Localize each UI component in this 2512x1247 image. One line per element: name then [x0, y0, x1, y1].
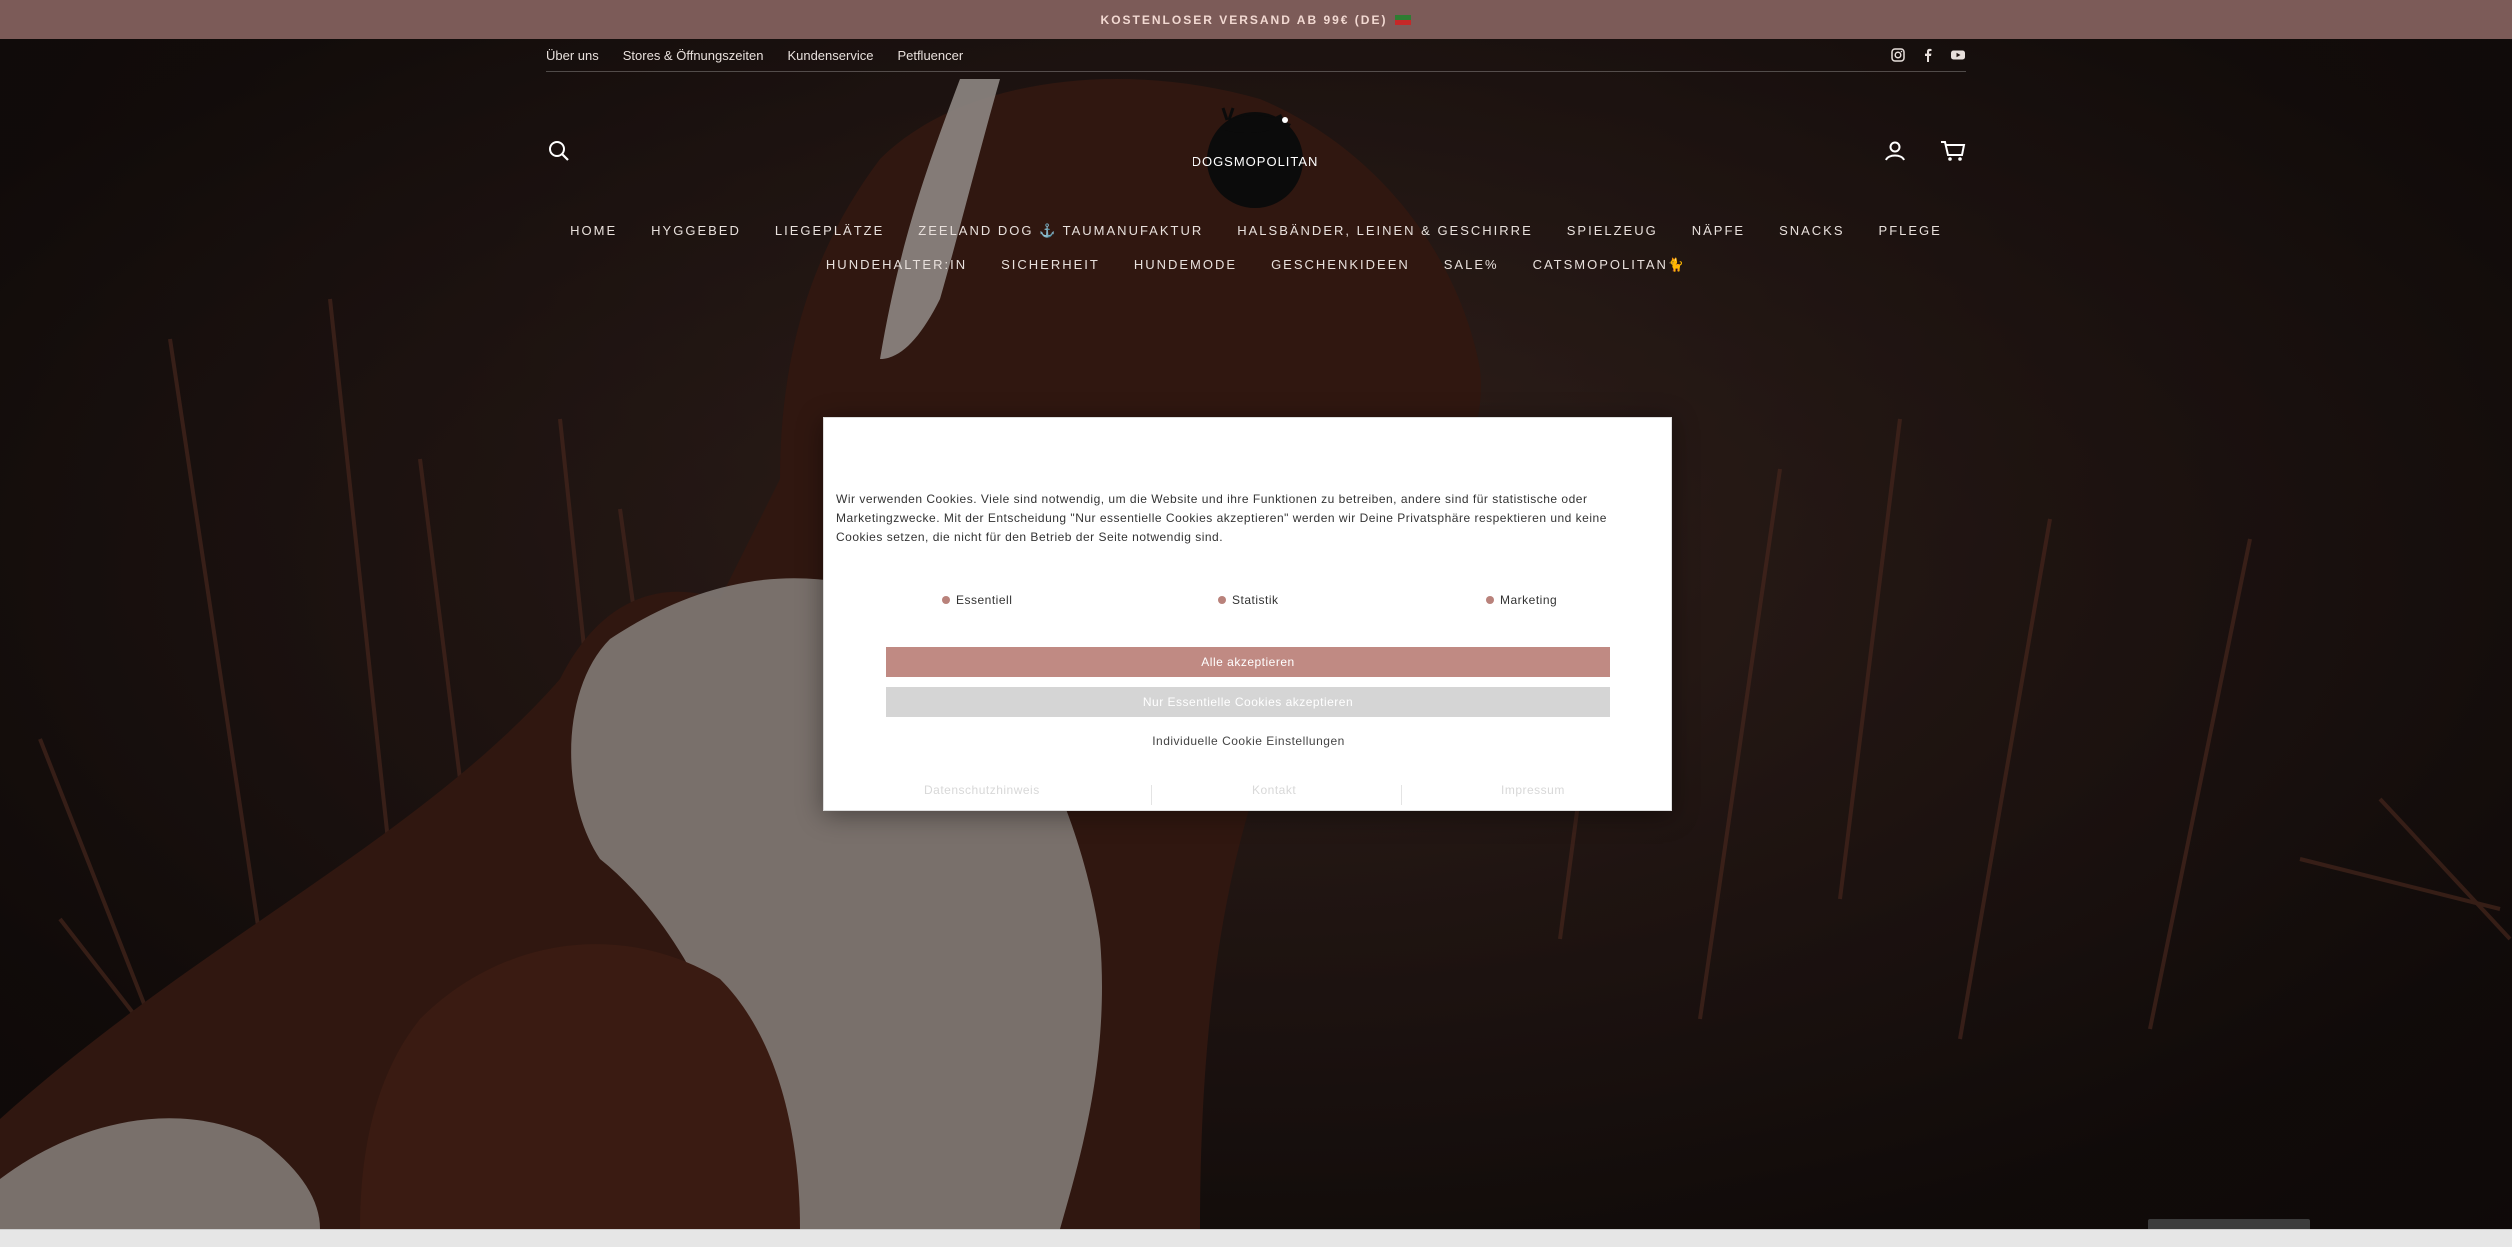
nav-snacks[interactable]: SNACKS — [1779, 223, 1844, 239]
individual-cookie-settings-link[interactable]: Individuelle Cookie Einstellungen — [824, 734, 1673, 748]
social-links — [1890, 47, 1966, 63]
footer-divider — [1401, 785, 1402, 805]
cookie-category-label: Statistik — [1232, 593, 1279, 607]
announcement-bar: KOSTENLOSER VERSAND AB 99€ (DE) — [0, 0, 2512, 39]
logo-text: DOGSMOPOLITAN — [1193, 154, 1317, 169]
nav-hyggebed[interactable]: HYGGEBED — [651, 223, 741, 239]
check-dot-icon — [1486, 596, 1494, 604]
nav-catsmopolitan[interactable]: CATSMOPOLITAN🐈 — [1533, 257, 1687, 273]
accept-all-button[interactable]: Alle akzeptieren — [886, 647, 1610, 677]
instagram-icon[interactable] — [1890, 47, 1906, 63]
utility-bar: Über uns Stores & Öffnungszeiten Kundens… — [546, 39, 1966, 72]
privacy-link[interactable]: Datenschutzhinweis — [924, 783, 1040, 797]
topbar-link-ueber-uns[interactable]: Über uns — [546, 48, 599, 63]
nav-hundemode[interactable]: HUNDEMODE — [1134, 257, 1237, 273]
horizontal-scrollbar[interactable] — [0, 1229, 2512, 1247]
cookie-category-label: Marketing — [1500, 593, 1558, 607]
check-dot-icon — [942, 596, 950, 604]
nav-geschenkideen[interactable]: GESCHENKIDEEN — [1271, 257, 1410, 273]
main-nav-row-1: HOME HYGGEBED LIEGEPLÄTZE ZEELAND DOG ⚓ … — [546, 223, 1966, 239]
cookie-category-label: Essentiell — [956, 593, 1013, 607]
cookie-consent-text: Wir verwenden Cookies. Viele sind notwen… — [836, 492, 1607, 544]
nav-sale[interactable]: SALE% — [1444, 257, 1499, 273]
cookie-consent-dialog: Wir verwenden Cookies. Viele sind notwen… — [823, 417, 1672, 811]
main-nav-row-2: HUNDEHALTER:IN SICHERHEIT HUNDEMODE GESC… — [546, 257, 1966, 273]
facebook-icon[interactable] — [1920, 47, 1936, 63]
nav-zeeland-dog[interactable]: ZEELAND DOG ⚓ TAUMANUFAKTUR — [918, 223, 1203, 239]
announcement-text: KOSTENLOSER VERSAND AB 99€ (DE) — [1100, 12, 1388, 27]
cookie-category-statistik[interactable]: Statistik — [1218, 593, 1279, 607]
floating-widget-tab[interactable] — [2148, 1219, 2310, 1229]
footer-divider — [1151, 785, 1152, 805]
nav-hundehalterin[interactable]: HUNDEHALTER:IN — [826, 257, 967, 273]
cookie-category-marketing[interactable]: Marketing — [1486, 593, 1557, 607]
nav-liegeplaetze[interactable]: LIEGEPLÄTZE — [775, 223, 884, 239]
nav-halsbaender[interactable]: HALSBÄNDER, LEINEN & GESCHIRRE — [1237, 223, 1533, 239]
cookie-category-list: Essentiell Statistik Marketing — [824, 593, 1673, 613]
nav-spielzeug[interactable]: SPIELZEUG — [1567, 223, 1658, 239]
search-icon[interactable] — [548, 140, 570, 167]
nav-naepfe[interactable]: NÄPFE — [1692, 223, 1745, 239]
accept-essential-button[interactable]: Nur Essentielle Cookies akzeptieren — [886, 687, 1610, 717]
portugal-flag-icon — [1395, 14, 1412, 25]
topbar-link-kundenservice[interactable]: Kundenservice — [787, 48, 873, 63]
contact-link[interactable]: Kontakt — [1252, 783, 1296, 797]
cookie-category-essentiell[interactable]: Essentiell — [942, 593, 1012, 607]
nav-sicherheit[interactable]: SICHERHEIT — [1001, 257, 1100, 273]
nav-pflege[interactable]: PFLEGE — [1879, 223, 1942, 239]
topbar-link-stores[interactable]: Stores & Öffnungszeiten — [623, 48, 764, 63]
youtube-icon[interactable] — [1950, 47, 1966, 63]
site-logo[interactable]: DOGSMOPOLITAN — [1192, 100, 1317, 208]
nav-home[interactable]: HOME — [570, 223, 617, 239]
check-dot-icon — [1218, 596, 1226, 604]
imprint-link[interactable]: Impressum — [1501, 783, 1565, 797]
account-icon[interactable] — [1884, 140, 1906, 167]
topbar-link-petfluencer[interactable]: Petfluencer — [897, 48, 963, 63]
cart-icon[interactable] — [1940, 140, 1966, 167]
cookie-footer-links: Datenschutzhinweis Kontakt Impressum — [824, 783, 1673, 805]
